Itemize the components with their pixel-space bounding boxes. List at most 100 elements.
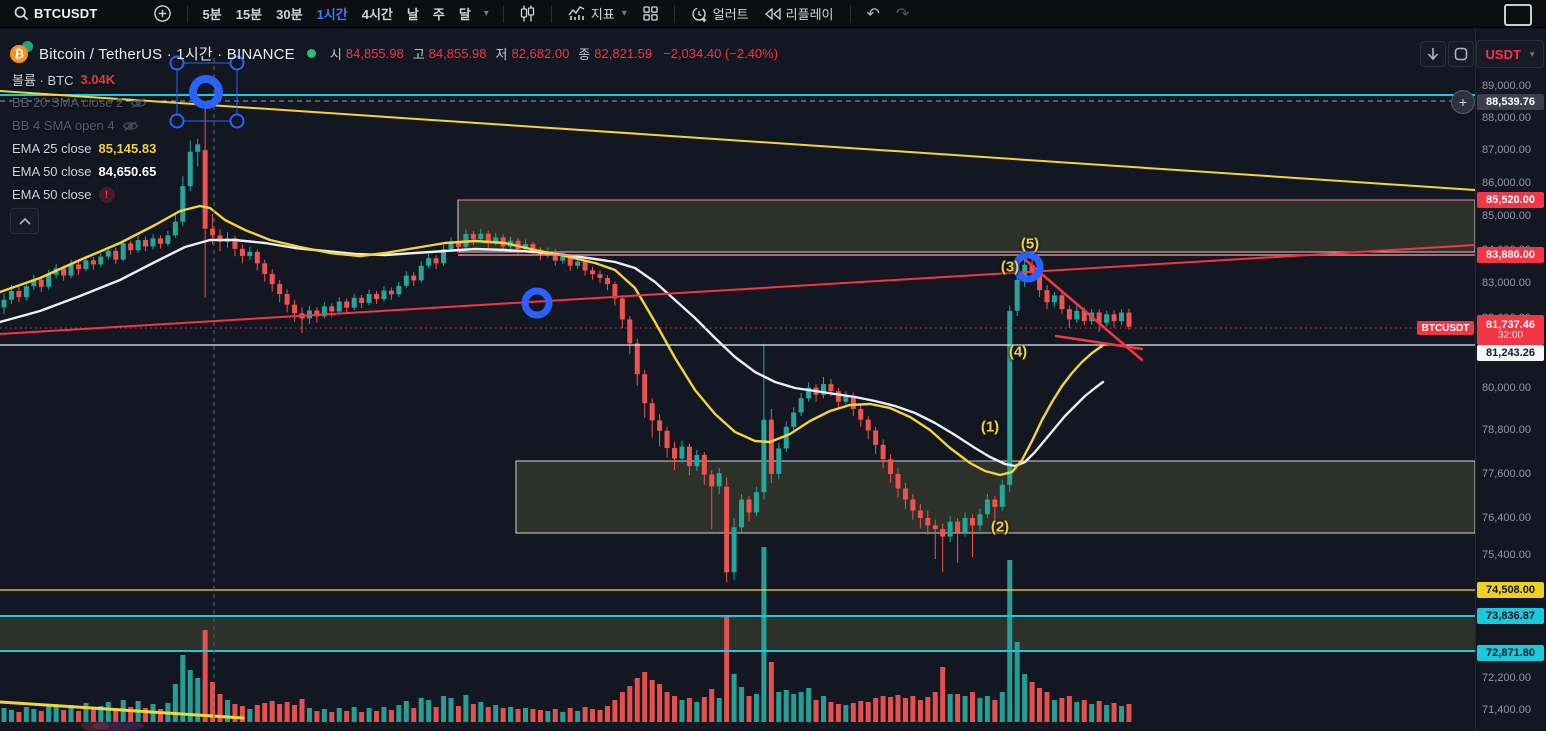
interval-5분[interactable]: 5분 [196,3,229,25]
ohlc-key: 시 [329,46,342,62]
volume-bar [381,707,387,722]
plus-circle-icon [153,5,171,22]
add-symbol-button[interactable] [146,2,179,26]
volume-bar [984,696,990,722]
interval-주[interactable]: 주 [426,3,452,25]
undo-button[interactable]: ↶ [859,2,888,26]
candle-body [984,499,990,515]
candle-body [835,391,841,402]
candle-body [381,290,387,300]
volume-bar [940,667,946,722]
volume-bar [523,708,528,722]
alert-button[interactable]: 얼러트 [683,2,757,26]
candle-body [1119,312,1124,322]
candle-body [850,396,856,409]
ohlc-value: 82,682.00 [511,45,570,61]
elliott-wave-label[interactable]: (1) [981,419,999,436]
replay-button[interactable]: 리플레이 [757,2,842,26]
trendline-drawing[interactable] [0,244,1476,335]
symbol-title[interactable]: Bitcoin / TetherUS · 1시간 · BINANCE [39,43,295,64]
indicator-label[interactable]: BB 4 SMA open 4 [12,118,115,133]
symbol-search-button[interactable]: BTCUSDT [6,2,106,26]
elliott-wave-label[interactable]: (5) [1021,236,1039,253]
interval-1시간[interactable]: 1시간 [310,3,355,25]
redo-button[interactable]: ↷ [888,2,917,26]
candle-body [433,258,439,264]
indicator-label[interactable]: EMA 50 close [12,164,92,179]
selection-handle[interactable] [229,113,245,129]
candle-body [560,256,566,261]
volume-bar [418,698,424,722]
elliott-wave-label[interactable]: (3) [1001,259,1019,276]
add-alert-plus-button[interactable]: + [1451,90,1475,114]
volume-bar [910,696,916,722]
volume-bar [61,710,67,722]
candle-body [575,261,581,266]
volume-bar [798,692,804,722]
layout-grid-button[interactable] [635,2,666,26]
volume-legend-label[interactable]: 볼륨 · BTC [12,70,73,89]
candle-body [374,294,379,300]
volume-bar [448,698,454,722]
candle-body [143,240,149,247]
eye-off-icon[interactable] [122,120,139,132]
interval-날[interactable]: 날 [400,3,426,25]
volume-bar [225,700,230,722]
interval-달[interactable]: 달 [452,3,478,25]
indicators-button[interactable]: 지표 ▾ [560,2,635,26]
currency-dropdown[interactable]: USDT ▾ [1476,40,1544,68]
symbol-header[interactable]: ₿ Bitcoin / TetherUS · 1시간 · BINANCE 시 84… [10,40,779,64]
ema50-line [0,238,1105,468]
elliott-wave-label[interactable]: (4) [1009,344,1027,361]
price-chart-canvas[interactable] [0,0,1546,731]
bitcoin-icon: ₿ [10,40,33,64]
volume-bar [202,630,208,722]
volume-bar [262,703,268,722]
axis-tick: 86,000.00 [1482,176,1531,189]
indicator-label[interactable]: BB 20 SMA close 2 [12,95,123,110]
eye-off-icon[interactable] [130,97,147,109]
elliott-wave-label[interactable]: (2) [991,519,1009,536]
candle-body [195,144,201,152]
candle-body [910,499,916,511]
window-control-icon[interactable] [1504,4,1532,26]
volume-bar [917,700,923,722]
price-label: 74,508.00 [1477,582,1544,598]
candle-body [165,235,171,244]
candle-body [888,459,894,474]
indicator-error-icon[interactable]: ! [98,186,115,203]
selection-handle[interactable] [169,113,185,129]
circle-drawing[interactable] [1012,251,1044,283]
rectangle-drawing[interactable] [457,199,1476,253]
trendline-drawing[interactable] [0,90,1476,191]
chart-style-button[interactable] [512,2,543,26]
price-change: −2,034.40 (−2.40%) [663,45,779,61]
volume-bar [90,709,96,722]
volume-bar [709,689,715,722]
maximize-chart-button[interactable] [1448,41,1474,67]
candle-body [932,525,938,530]
volume-bar [791,694,797,722]
interval-30분[interactable]: 30분 [269,3,309,25]
legend-collapse-button[interactable] [10,208,39,234]
interval-15분[interactable]: 15분 [229,3,269,25]
candle-body [284,294,290,305]
scroll-to-latest-button[interactable] [1420,41,1446,67]
candle-body [336,301,342,312]
market-status-dot[interactable] [306,48,316,58]
circle-drawing[interactable] [189,75,223,109]
volume-bar [657,684,663,722]
indicator-label[interactable]: EMA 50 close [12,187,92,202]
interval-menu-chevron-icon[interactable]: ▾ [484,8,489,19]
indicator-label[interactable]: EMA 25 close [12,141,92,156]
axis-tick: 72,200.00 [1482,672,1531,685]
price-axis[interactable]: 89,000.00 88,000.00 87,000.00 86,000.00 85,0… [1475,27,1546,731]
volume-bar [619,692,625,722]
support-zone-band[interactable] [0,618,1475,650]
candle-body [157,238,163,244]
price-label: 88,539.76 [1477,94,1544,110]
candle-body [686,446,692,467]
candle-body [828,384,834,392]
interval-4시간[interactable]: 4시간 [355,3,400,25]
volume-bar [1022,674,1028,722]
